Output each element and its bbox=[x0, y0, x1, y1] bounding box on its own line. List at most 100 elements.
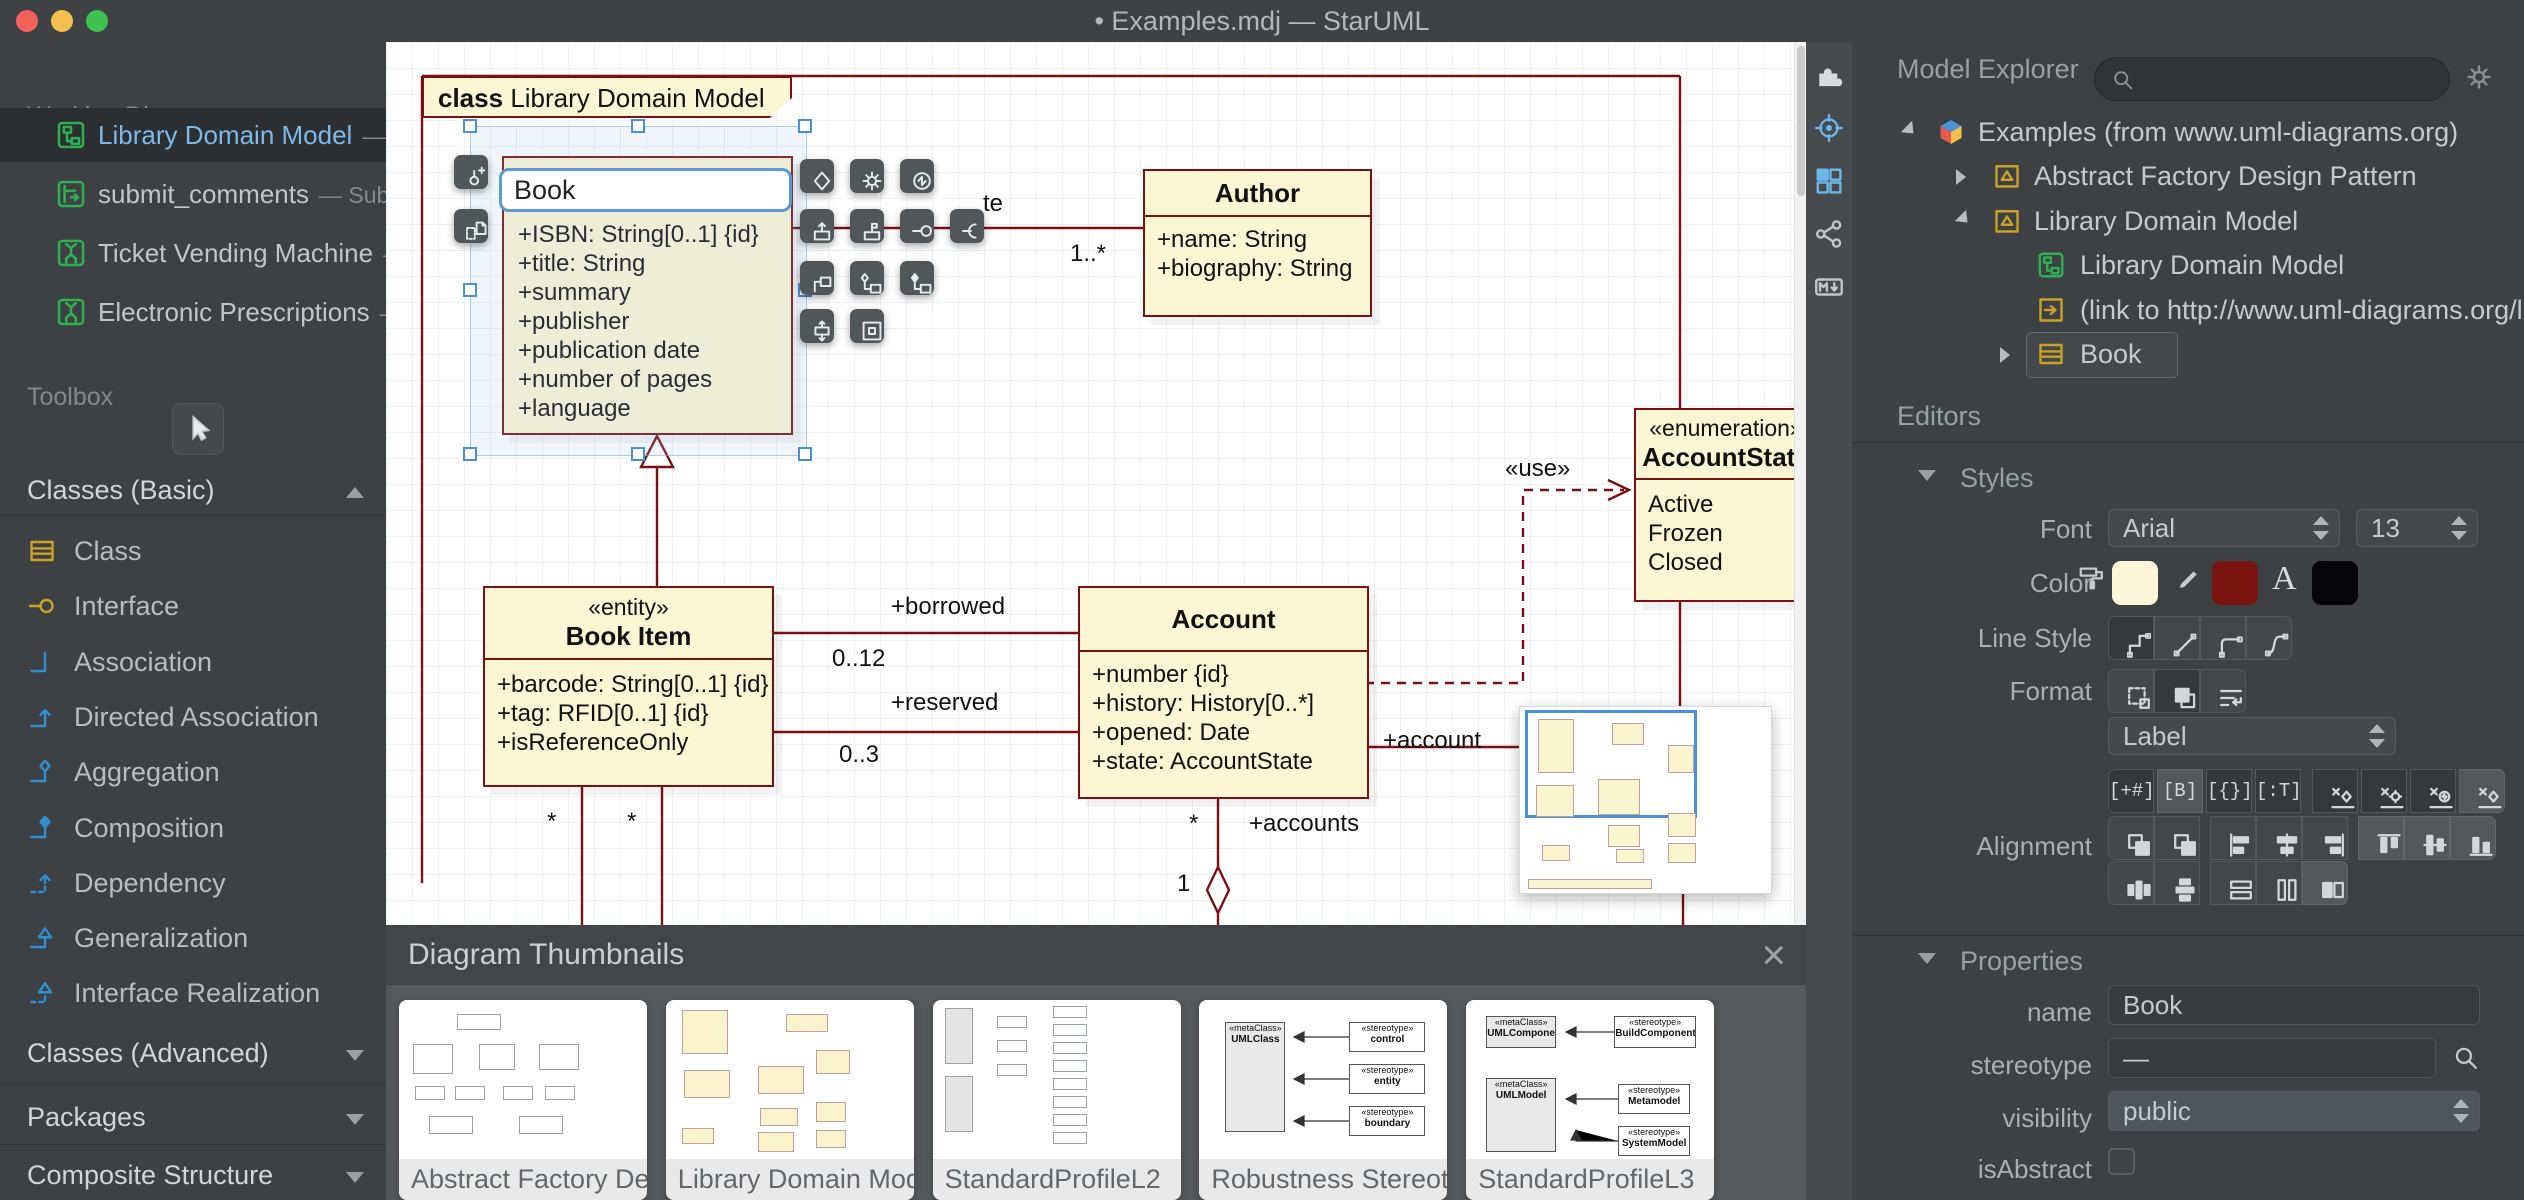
thumbnail-card[interactable]: StandardProfileL2 bbox=[932, 1000, 1181, 1200]
toolbox-section-header[interactable]: Classes (Basic) bbox=[0, 475, 386, 509]
diagram-canvas[interactable]: class Library Domain Model +ISBN: String… bbox=[386, 42, 1806, 1200]
z-front-button[interactable] bbox=[2154, 816, 2200, 860]
tree-item-library-domain-model[interactable]: Library Domain Model bbox=[1852, 199, 2524, 243]
name-input[interactable]: Book bbox=[2108, 985, 2480, 1025]
stepper-icon[interactable] bbox=[2313, 516, 2329, 540]
ls-obl-button[interactable] bbox=[2154, 616, 2200, 660]
fill-color-swatch[interactable] bbox=[2112, 561, 2158, 605]
di-h-button[interactable] bbox=[2108, 861, 2154, 905]
connect-class-icon[interactable] bbox=[800, 261, 834, 295]
connect-aggregation-icon[interactable] bbox=[850, 261, 884, 295]
z-back-button[interactable] bbox=[2108, 816, 2154, 860]
label-select[interactable]: Label bbox=[2108, 717, 2396, 755]
ls-rect-button[interactable] bbox=[2108, 616, 2154, 660]
expand-icon[interactable] bbox=[2000, 347, 2010, 363]
font-color-swatch[interactable] bbox=[2312, 561, 2358, 605]
sm-s-button[interactable] bbox=[2302, 861, 2348, 905]
thumbnails-icon[interactable] bbox=[1814, 166, 1844, 196]
al-r-button[interactable] bbox=[2302, 816, 2348, 860]
pin-icon[interactable] bbox=[850, 209, 884, 243]
working-diagram-item[interactable]: submit_comments — Submit bbox=[0, 167, 420, 221]
frame-icon[interactable] bbox=[850, 309, 884, 343]
tree-item-examples-from-www-uml-diagrams[interactable]: Examples (from www.uml-diagrams.org) bbox=[1852, 110, 2524, 154]
class-author[interactable]: Author +name: String +biography: String bbox=[1143, 169, 1372, 317]
fmt-rect-button[interactable] bbox=[2108, 669, 2154, 713]
class-book-item[interactable]: «entity» Book Item +barcode: String[0..1… bbox=[483, 586, 774, 787]
thumbnail-card[interactable]: Abstract Factory Design Pattern bbox=[399, 1000, 647, 1200]
hide-gear-button[interactable] bbox=[2361, 769, 2407, 813]
required-interface-icon[interactable] bbox=[950, 209, 984, 243]
toolbox-item-interface[interactable]: Interface bbox=[0, 581, 386, 631]
sm-h-button[interactable] bbox=[2210, 861, 2256, 905]
glyph-button[interactable]: [:T] bbox=[2255, 769, 2302, 813]
selection-handle[interactable] bbox=[463, 447, 477, 461]
extensions-icon[interactable] bbox=[1814, 60, 1844, 90]
al-t-button[interactable] bbox=[2358, 816, 2404, 860]
stereotype-input[interactable]: — bbox=[2108, 1038, 2436, 1078]
selection-handle[interactable] bbox=[631, 119, 645, 133]
selection-handle[interactable] bbox=[463, 119, 477, 133]
line-color-swatch[interactable] bbox=[2212, 561, 2258, 605]
stepper-icon[interactable] bbox=[2369, 724, 2385, 748]
fmt-fill-button[interactable] bbox=[2154, 669, 2200, 713]
select-tool-button[interactable] bbox=[172, 403, 224, 455]
add-port-icon[interactable] bbox=[454, 155, 488, 189]
collapse-icon[interactable] bbox=[346, 487, 364, 498]
thumbnail-card[interactable]: «metaClass» UMLClass «stereotype» control «s… bbox=[1199, 1000, 1448, 1200]
ls-curve-button[interactable] bbox=[2246, 616, 2292, 660]
close-icon[interactable]: × bbox=[1761, 931, 1786, 979]
toolbox-item-dependency[interactable]: Dependency bbox=[0, 858, 386, 908]
toolbox-item-generalization[interactable]: Generalization bbox=[0, 913, 386, 963]
enumeration-account-state[interactable]: «enumeration» AccountState Active Frozen C… bbox=[1634, 408, 1806, 602]
crosshair-icon[interactable] bbox=[1814, 113, 1844, 143]
sm-w-button[interactable] bbox=[2256, 861, 2302, 905]
cycle-icon[interactable] bbox=[900, 159, 934, 193]
toolbox-section-header[interactable]: Classes (Advanced) bbox=[0, 1038, 386, 1072]
selection-handle[interactable] bbox=[798, 119, 812, 133]
al-c-button[interactable] bbox=[2256, 816, 2302, 860]
note-link-icon[interactable] bbox=[454, 209, 488, 243]
scrollbar-thumb[interactable] bbox=[1797, 46, 1805, 196]
box-up-icon[interactable] bbox=[800, 209, 834, 243]
thumbnail-card[interactable]: Library Domain Model bbox=[665, 1000, 914, 1200]
tree-item-abstract-factory-design-patter[interactable]: Abstract Factory Design Pattern bbox=[1852, 154, 2524, 198]
ls-round-button[interactable] bbox=[2200, 616, 2246, 660]
toolbox-item-composition[interactable]: Composition bbox=[0, 803, 386, 853]
expand-icon[interactable] bbox=[346, 1172, 364, 1183]
font-family-select[interactable]: Arial bbox=[2108, 509, 2340, 547]
gear-icon[interactable] bbox=[2464, 62, 2494, 92]
hide-circ-button[interactable] bbox=[2410, 769, 2456, 813]
al-m-button[interactable] bbox=[2404, 816, 2450, 860]
tree-item-library-domain-model[interactable]: Library Domain Model bbox=[1852, 243, 2524, 287]
collapse-icon[interactable] bbox=[1900, 120, 1920, 140]
toolbox-item-class[interactable]: Class bbox=[0, 526, 386, 576]
styles-collapse-arrow[interactable] bbox=[1918, 470, 1936, 481]
working-diagram-item[interactable]: Electronic Prescriptions— E bbox=[0, 285, 424, 339]
collapse-icon[interactable] bbox=[1954, 209, 1974, 228]
diamond-icon[interactable] bbox=[800, 159, 834, 193]
glyph-button[interactable]: [{}] bbox=[2206, 769, 2253, 813]
resize-icon[interactable] bbox=[800, 309, 834, 343]
fmt-wrap-button[interactable] bbox=[2200, 669, 2246, 713]
selection-handle[interactable] bbox=[798, 447, 812, 461]
working-diagram-item[interactable]: Ticket Vending Machine— T bbox=[0, 226, 426, 280]
properties-collapse-arrow[interactable] bbox=[1918, 953, 1936, 964]
toolbox-item-directed-association[interactable]: Directed Association bbox=[0, 692, 386, 742]
working-diagram-item[interactable]: Library Domain Model— Lib bbox=[0, 108, 422, 162]
toolbox-section-header[interactable]: Packages bbox=[0, 1102, 386, 1136]
expand-icon[interactable] bbox=[346, 1050, 364, 1061]
class-name-edit-field[interactable] bbox=[499, 168, 792, 212]
search-input[interactable] bbox=[2094, 57, 2450, 101]
provided-interface-icon[interactable] bbox=[900, 209, 934, 243]
toolbox-section-header[interactable]: Composite Structure bbox=[0, 1160, 386, 1194]
tree-item--link-to-http-www-uml-diagrams[interactable]: (link to http://www.uml-diagrams.org/lib… bbox=[1852, 288, 2524, 332]
hide-di-button[interactable] bbox=[2312, 769, 2358, 813]
selection-handle[interactable] bbox=[631, 447, 645, 461]
glyph-button[interactable]: [B] bbox=[2157, 769, 2203, 813]
toolbox-item-interface-realization[interactable]: Interface Realization bbox=[0, 968, 386, 1018]
stepper-icon[interactable] bbox=[2451, 516, 2467, 540]
gear-icon[interactable] bbox=[850, 159, 884, 193]
di-v-button[interactable] bbox=[2154, 861, 2200, 905]
expand-icon[interactable] bbox=[346, 1114, 364, 1125]
share-icon[interactable] bbox=[1814, 219, 1844, 249]
